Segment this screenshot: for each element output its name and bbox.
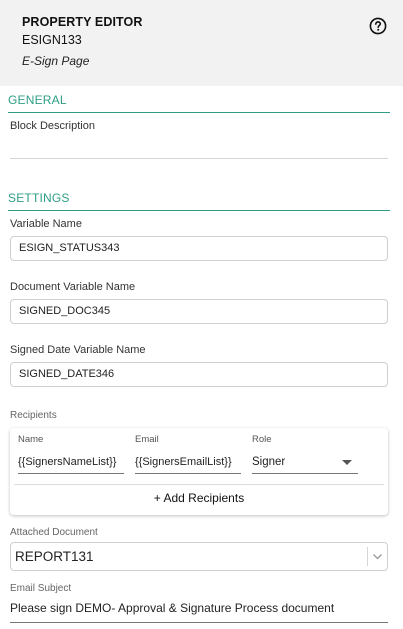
- email-subject-label: Email Subject: [10, 583, 72, 594]
- recipients-card: Name Email Role {{SignersNameList}} {{Si…: [10, 428, 388, 515]
- email-subject-input[interactable]: Please sign DEMO- Approval & Signature P…: [10, 601, 334, 615]
- select-separator: [367, 547, 368, 566]
- editor-title: PROPERTY EDITOR: [22, 15, 143, 29]
- variable-name-label: Variable Name: [10, 218, 82, 230]
- recipient-email-column-label: Email: [135, 434, 159, 445]
- signed-date-variable-name-input[interactable]: SIGNED_DATE346: [10, 362, 388, 387]
- recipient-role-column-label: Role: [252, 434, 272, 445]
- document-variable-name-input[interactable]: SIGNED_DOC345: [10, 299, 388, 324]
- email-subject-underline: [10, 622, 388, 623]
- chevron-down-icon: [373, 554, 382, 560]
- recipients-label: Recipients: [10, 410, 57, 421]
- block-description-input[interactable]: [10, 158, 388, 159]
- recipient-name-input[interactable]: {{SignersNameList}}: [18, 451, 124, 474]
- caret-down-icon: [342, 460, 352, 465]
- recipients-divider: [14, 484, 384, 485]
- section-title-general: GENERAL: [8, 93, 67, 107]
- section-divider-settings: [8, 210, 390, 211]
- block-type: E-Sign Page: [22, 54, 90, 68]
- attached-document-select[interactable]: REPORT131: [10, 542, 388, 571]
- recipient-role-select[interactable]: Signer: [252, 451, 358, 474]
- variable-name-input[interactable]: ESIGN_STATUS343: [10, 236, 388, 261]
- document-variable-name-label: Document Variable Name: [10, 281, 136, 293]
- help-circle-icon[interactable]: [369, 17, 387, 35]
- signed-date-variable-name-label: Signed Date Variable Name: [10, 344, 146, 356]
- attached-document-value: REPORT131: [15, 549, 94, 564]
- property-editor-header: PROPERTY EDITOR ESIGN133 E-Sign Page: [0, 0, 403, 86]
- add-recipients-button[interactable]: + Add Recipients: [10, 490, 388, 506]
- block-description-label: Block Description: [10, 120, 95, 132]
- attached-document-label: Attached Document: [10, 527, 98, 538]
- section-divider-general: [8, 112, 390, 113]
- recipient-role-value: Signer: [252, 456, 286, 468]
- recipient-name-column-label: Name: [18, 434, 44, 445]
- block-id: ESIGN133: [22, 33, 82, 47]
- recipient-email-input[interactable]: {{SignersEmailList}}: [135, 451, 241, 474]
- section-title-settings: SETTINGS: [8, 191, 70, 205]
